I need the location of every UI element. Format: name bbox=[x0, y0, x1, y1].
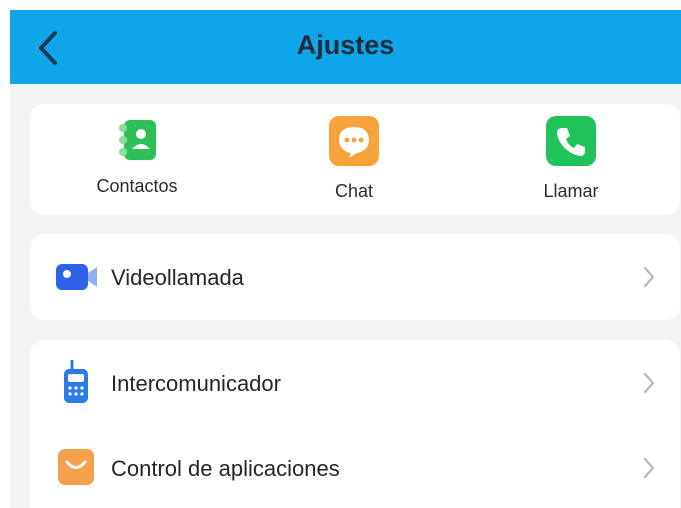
shopping-bag-icon bbox=[55, 446, 99, 490]
menu-item-video-call[interactable]: Videollamada bbox=[30, 235, 680, 319]
page-title: Ajustes bbox=[296, 30, 395, 60]
top-bar: Ajustes bbox=[10, 10, 681, 84]
video-camera-icon bbox=[55, 255, 99, 299]
menu-item-intercom[interactable]: Intercomunicador bbox=[30, 340, 680, 424]
quick-actions-card: Contactos Chat Llamar bbox=[30, 104, 680, 215]
chevron-right-icon bbox=[643, 372, 655, 394]
chevron-right-icon bbox=[643, 457, 655, 479]
chat-bubble-icon bbox=[329, 116, 379, 166]
phone-icon bbox=[546, 116, 596, 166]
menu-item-app-control[interactable]: Control de aplicaciones bbox=[30, 424, 680, 508]
call-button[interactable]: Llamar bbox=[491, 104, 651, 215]
call-label: Llamar bbox=[543, 181, 599, 201]
menu-item-label: Videollamada bbox=[111, 265, 244, 290]
menu-item-label: Control de aplicaciones bbox=[111, 456, 340, 481]
menu-item-label: Intercomunicador bbox=[111, 371, 281, 396]
chat-label: Chat bbox=[334, 181, 374, 201]
chevron-right-icon bbox=[643, 266, 655, 288]
chat-button[interactable]: Chat bbox=[274, 104, 434, 215]
walkie-talkie-icon bbox=[55, 359, 99, 404]
contacts-icon bbox=[112, 118, 162, 168]
contacts-button[interactable]: Contactos bbox=[57, 104, 217, 215]
tools-card: Intercomunicador Control de aplicaciones bbox=[30, 340, 680, 508]
video-call-card: Videollamada bbox=[30, 234, 680, 320]
contacts-label: Contactos bbox=[96, 176, 178, 196]
settings-screen: Ajustes Contactos Chat Llamar Videollama… bbox=[10, 10, 681, 508]
